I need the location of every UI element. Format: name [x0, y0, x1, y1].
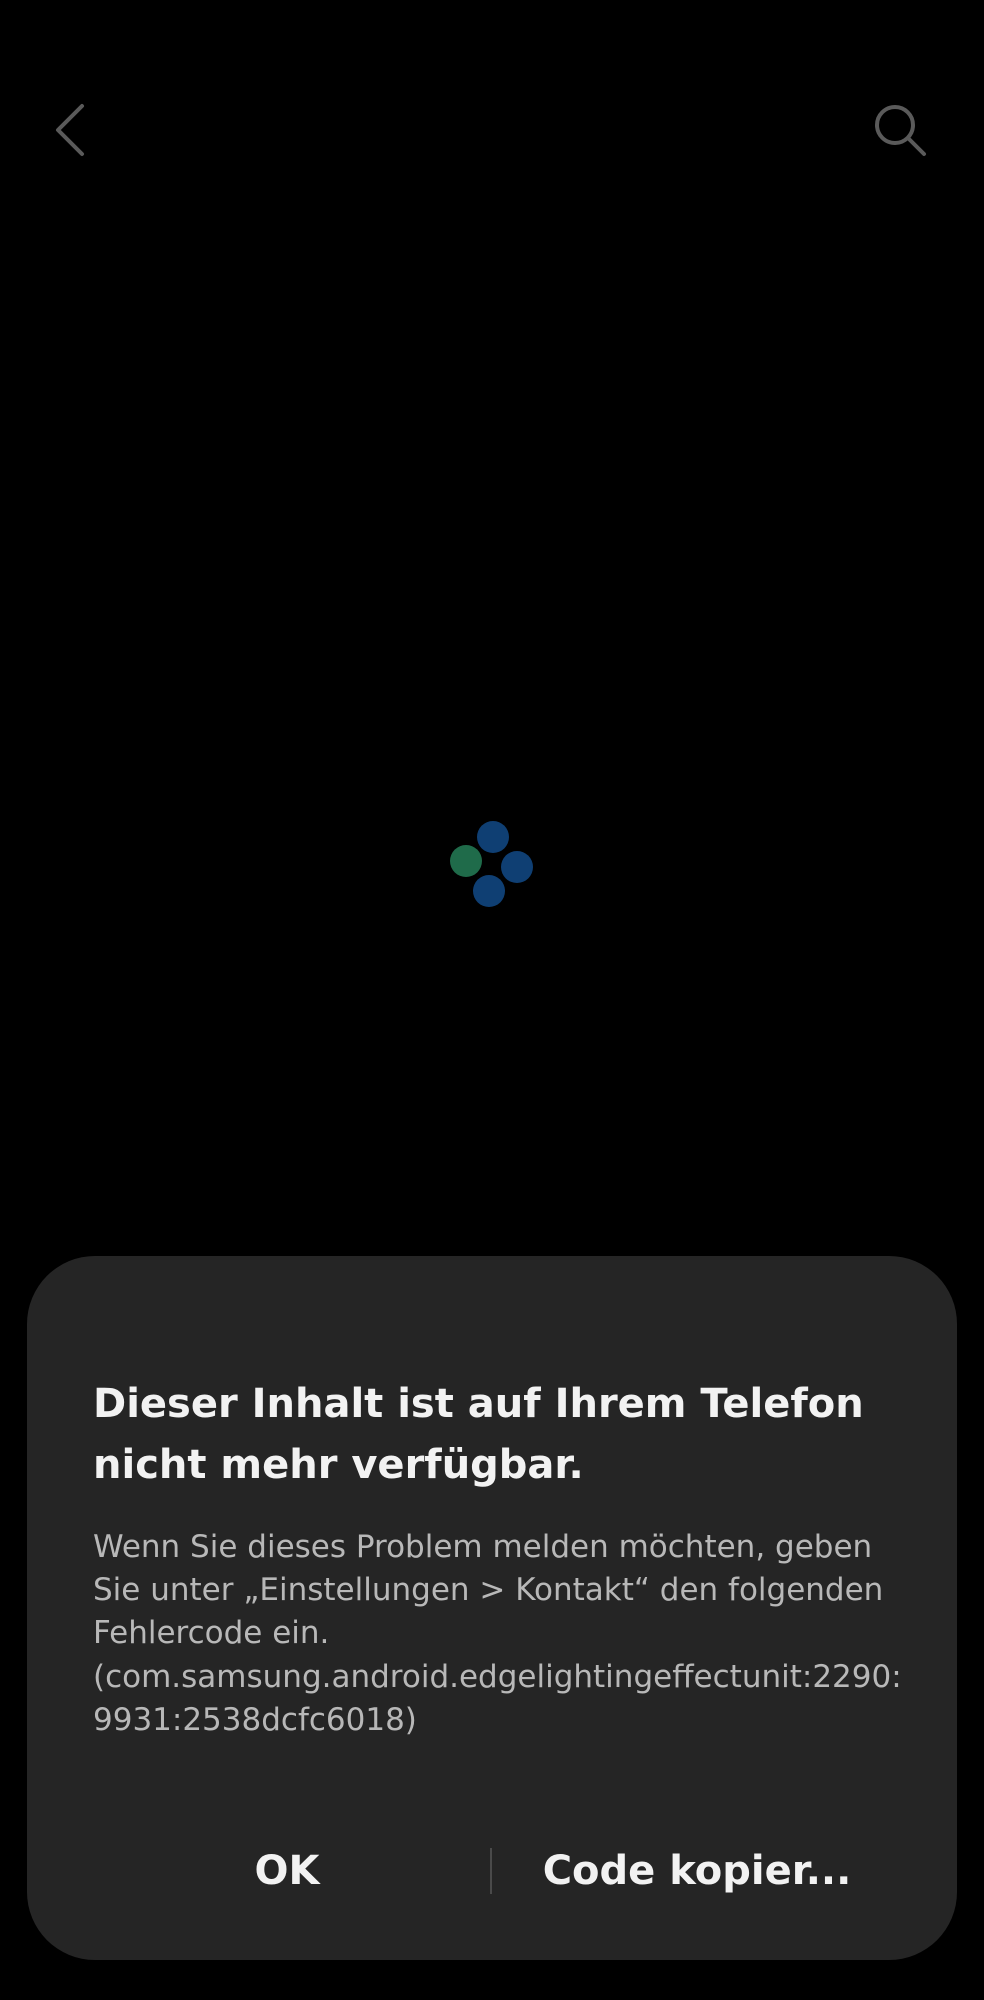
search-icon — [875, 105, 926, 156]
dialog-message: Wenn Sie dieses Problem melden möchten, … — [93, 1529, 884, 1651]
loading-dot-bottom — [473, 875, 505, 907]
button-divider — [490, 1848, 492, 1894]
dialog-title: Dieser Inhalt ist auf Ihrem Telefon nich… — [93, 1381, 864, 1488]
dialog-actions: OK Code kopier... — [27, 1816, 957, 1926]
back-button[interactable] — [24, 80, 124, 180]
error-code: (com.samsung.android.edgelightingeffectu… — [93, 1659, 902, 1738]
ok-button[interactable]: OK — [87, 1816, 487, 1926]
loading-dot-left — [450, 845, 482, 877]
loading-indicator — [440, 815, 540, 915]
chevron-left-icon — [56, 104, 84, 156]
loading-dot-top — [477, 821, 509, 853]
top-app-bar — [0, 0, 984, 260]
error-dialog: Dieser Inhalt ist auf Ihrem Telefon nich… — [27, 1256, 957, 1960]
search-button[interactable] — [850, 80, 950, 180]
loading-dot-right — [501, 851, 533, 883]
copy-code-button[interactable]: Code kopier... — [497, 1816, 897, 1926]
